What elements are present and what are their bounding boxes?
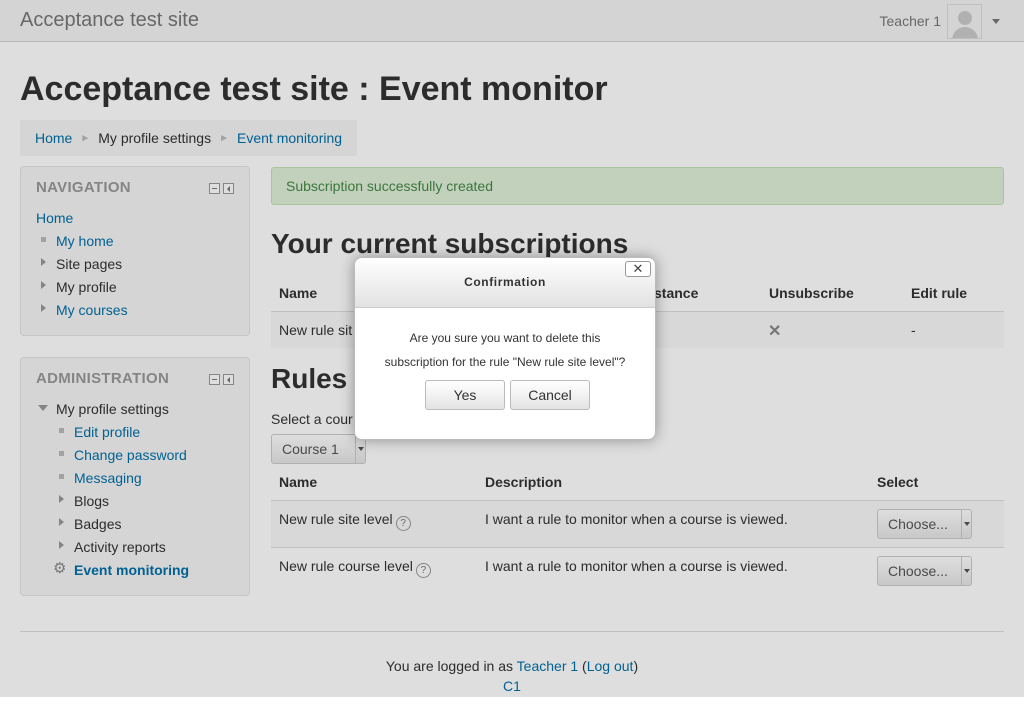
- dialog-title: Confirmation: [464, 275, 546, 289]
- dialog-header: Confirmation ✕: [355, 258, 655, 308]
- cancel-button[interactable]: Cancel: [510, 380, 590, 410]
- yes-button[interactable]: Yes: [425, 380, 505, 410]
- dialog-message: Are you sure you want to delete this sub…: [384, 331, 626, 369]
- page: Acceptance test site Teacher 1 Acceptanc…: [0, 0, 1024, 697]
- confirmation-dialog: Confirmation ✕ Are you sure you want to …: [354, 257, 656, 440]
- close-icon[interactable]: ✕: [625, 261, 651, 277]
